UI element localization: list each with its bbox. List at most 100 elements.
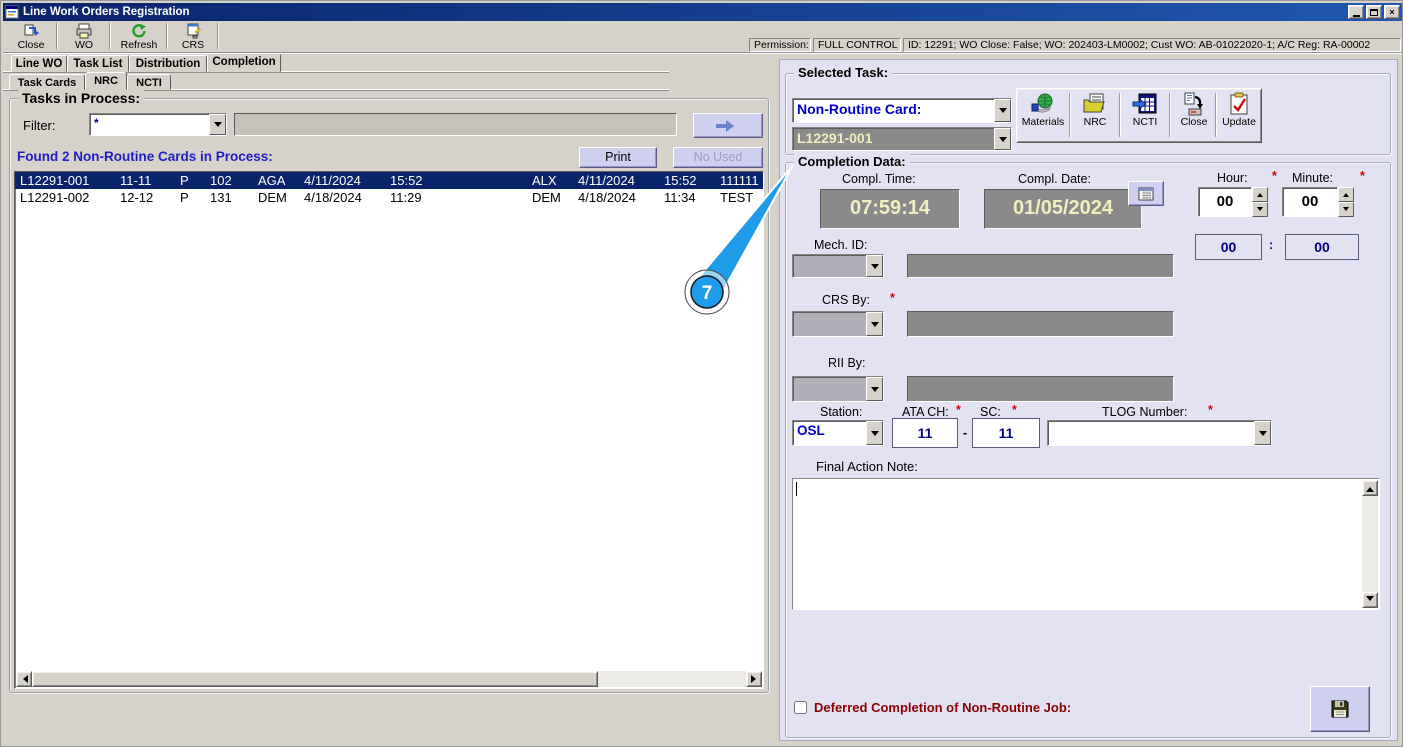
toolbar-crs-button[interactable]: CRS [171, 22, 215, 51]
horizontal-scrollbar[interactable] [16, 671, 762, 687]
permission-label: Permission: [749, 38, 811, 52]
sc-field[interactable]: 11 [972, 418, 1040, 448]
ata-required-marker: * [956, 403, 961, 417]
dropdown-button[interactable] [866, 421, 883, 445]
toolbar-button-label: CRS [181, 39, 205, 51]
mech-id-label: Mech. ID: [814, 238, 868, 252]
tab-task-list[interactable]: Task List [67, 55, 129, 72]
tab-distribution[interactable]: Distribution [129, 55, 207, 72]
dropdown-button[interactable] [994, 128, 1011, 150]
tab-label: Distribution [135, 58, 201, 70]
action-close-button[interactable]: Close [1173, 92, 1215, 140]
scroll-track[interactable] [598, 671, 746, 687]
rii-by-label: RII By: [828, 356, 866, 370]
hour-required-marker: * [1272, 169, 1277, 183]
filter-search-field[interactable] [234, 113, 677, 136]
toolbar-separator [56, 23, 58, 49]
hour-spinner[interactable]: 00 [1198, 187, 1252, 217]
apply-filter-button[interactable] [693, 113, 763, 138]
action-label: Close [1180, 116, 1208, 128]
tlog-combo[interactable] [1047, 420, 1272, 446]
minute-spinner[interactable]: 00 [1282, 187, 1338, 217]
title-bar: Line Work Orders Registration × [3, 3, 1402, 21]
print-button[interactable]: Print [579, 147, 657, 168]
crs-by-label: CRS By: [822, 293, 870, 307]
deferred-checkbox[interactable] [794, 701, 807, 714]
action-materials-button[interactable]: Materials [1019, 92, 1067, 140]
time-colon: : [1269, 238, 1274, 252]
task-cell: 4/18/2024 [304, 190, 362, 205]
task-card-combo[interactable]: L12291-001 [792, 127, 1012, 151]
down-arrow-icon [1257, 207, 1263, 214]
subtab-ncti[interactable]: NCTI [127, 74, 171, 90]
dropdown-button[interactable] [866, 312, 883, 336]
final-note-textarea[interactable] [792, 478, 1380, 610]
spin-down-button[interactable] [1338, 202, 1354, 217]
scroll-up-button[interactable] [1362, 480, 1378, 496]
hour-display: 00 [1195, 234, 1262, 260]
tasks-group-title: Tasks in Process: [18, 90, 145, 106]
action-update-button[interactable]: Update [1217, 92, 1261, 140]
completion-panel: Selected Task: Non-Routine Card: L12291-… [779, 59, 1398, 741]
task-row[interactable]: L12291-002 12-12 P 131 DEM 4/18/2024 11:… [15, 189, 763, 206]
chevron-down-icon [870, 321, 879, 331]
toolbar-close-button[interactable]: Close [9, 22, 53, 51]
print-button-label: Print [605, 150, 631, 164]
spin-up-button[interactable] [1338, 187, 1354, 202]
permission-level: FULL CONTROL [813, 38, 901, 52]
task-type-combo[interactable]: Non-Routine Card: [792, 98, 1012, 123]
app-icon [5, 5, 19, 19]
scroll-right-button[interactable] [746, 671, 762, 687]
tab-line-wo[interactable]: Line WO [11, 55, 67, 72]
dropdown-button[interactable] [1254, 421, 1271, 445]
dropdown-button[interactable] [866, 377, 883, 401]
save-button[interactable] [1310, 686, 1370, 732]
calendar-button[interactable] [1128, 181, 1164, 206]
compl-date-label: Compl. Date: [1018, 172, 1091, 186]
sc-required-marker: * [1012, 403, 1017, 417]
tab-label: NCTI [136, 77, 162, 89]
up-arrow-icon [1343, 190, 1349, 197]
dropdown-button[interactable] [866, 255, 883, 277]
station-combo[interactable]: OSL [792, 420, 884, 446]
minute-display: 00 [1285, 234, 1359, 260]
chevron-down-icon [870, 430, 879, 440]
toolbar-wo-button[interactable]: WO [61, 22, 107, 51]
toolbar-refresh-button[interactable]: Refresh [114, 22, 164, 51]
subtab-nrc-active[interactable]: NRC [85, 72, 127, 90]
action-nrc-button[interactable]: NRC [1073, 92, 1117, 140]
tab-completion-active[interactable]: Completion [207, 53, 281, 72]
filter-combo[interactable]: * [89, 113, 227, 136]
dropdown-button[interactable] [994, 99, 1011, 122]
task-cell: DEM [532, 190, 561, 205]
subtab-task-cards[interactable]: Task Cards [9, 74, 85, 90]
task-cell: TEST [720, 190, 754, 205]
restore-button[interactable] [1366, 5, 1382, 19]
rii-by-combo[interactable] [792, 376, 884, 402]
refresh-icon [132, 24, 146, 38]
close-window-button[interactable]: × [1384, 5, 1400, 19]
scroll-left-button[interactable] [16, 671, 32, 687]
minimize-button[interactable] [1348, 5, 1364, 19]
station-value: OSL [797, 423, 825, 438]
compl-date-value: 01/05/2024 [984, 189, 1142, 229]
mech-id-combo[interactable] [792, 254, 884, 278]
task-row[interactable]: L12291-001 11-11 P 102 AGA 4/11/2024 15:… [15, 172, 763, 189]
task-cell: ALX [532, 173, 557, 188]
task-cell: 11-11 [120, 173, 152, 188]
dropdown-button[interactable] [209, 114, 226, 135]
spin-up-button[interactable] [1252, 187, 1268, 202]
crs-by-combo[interactable] [792, 311, 884, 337]
ata-ch-field[interactable]: 11 [892, 418, 958, 448]
action-ncti-button[interactable]: NCTI [1123, 92, 1167, 140]
scroll-down-button[interactable] [1362, 592, 1378, 608]
exit-icon [24, 24, 39, 36]
vertical-scrollbar[interactable] [1362, 480, 1378, 608]
station-label: Station: [820, 405, 863, 419]
tlog-label: TLOG Number: [1102, 405, 1188, 419]
scroll-thumb[interactable] [32, 671, 598, 687]
no-used-button[interactable]: No Used [673, 147, 763, 168]
ata-dash: - [963, 426, 968, 440]
filter-label: Filter: [23, 118, 56, 133]
spin-down-button[interactable] [1252, 202, 1268, 217]
